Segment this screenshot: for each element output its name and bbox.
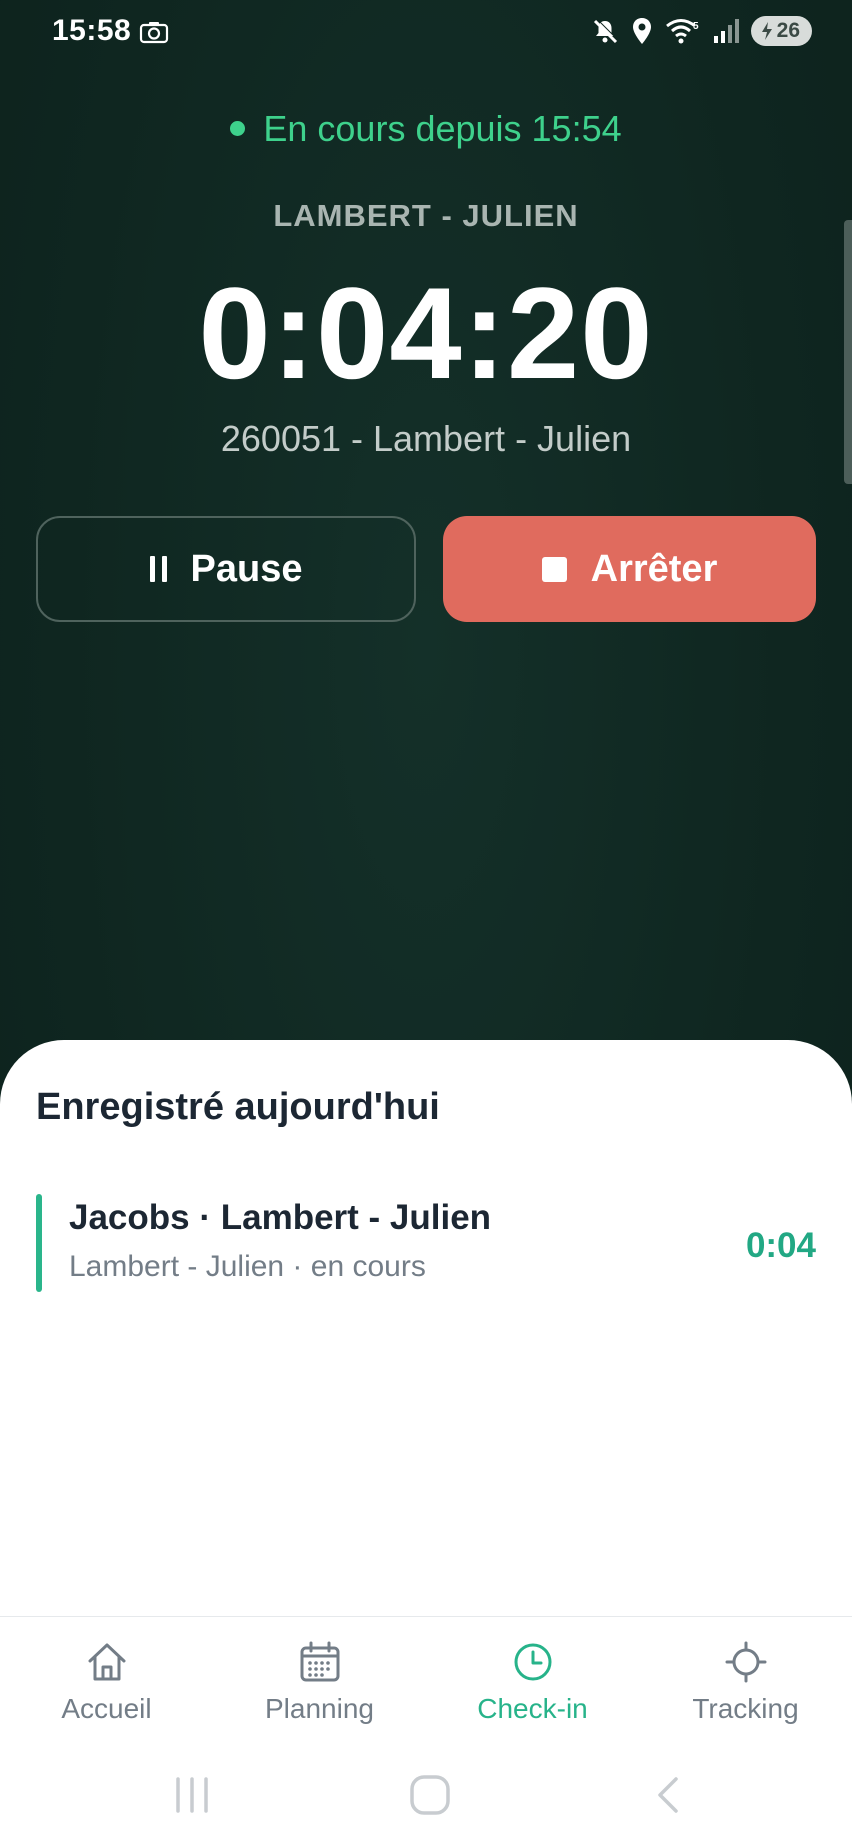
signal-icon <box>713 19 739 43</box>
running-status: En cours depuis 15:54 <box>0 108 852 150</box>
pause-button[interactable]: Pause <box>36 516 416 622</box>
mute-icon <box>593 18 618 44</box>
pause-icon <box>149 556 167 582</box>
crosshair-icon <box>725 1641 766 1683</box>
running-status-text: En cours depuis 15:54 <box>263 108 622 149</box>
charging-icon <box>761 22 772 40</box>
stop-button[interactable]: Arrêter <box>443 516 816 622</box>
status-bar: 15:58 5 26 <box>0 0 852 66</box>
pause-button-label: Pause <box>190 547 303 590</box>
battery-level: 26 <box>776 19 800 42</box>
battery-indicator: 26 <box>750 16 812 46</box>
running-dot-icon <box>230 120 246 136</box>
screenshot-icon <box>139 22 169 44</box>
entry-duration: 0:04 <box>745 1226 816 1265</box>
session-subtitle: 260051 - Lambert - Julien <box>220 418 632 459</box>
entry-subtitle: Lambert - Julien · en cours <box>69 1250 426 1283</box>
nav-label-check-in: Check-in <box>477 1693 588 1724</box>
clock-icon <box>514 1643 551 1681</box>
status-time: 15:58 <box>52 14 132 47</box>
stop-icon <box>541 556 567 582</box>
nav-item-planning[interactable]: Planning <box>213 1617 426 1747</box>
nav-item-tracking[interactable]: Tracking <box>639 1617 852 1747</box>
system-nav-bar <box>0 1747 852 1846</box>
nav-item-check-in[interactable]: Check-in <box>426 1617 639 1747</box>
entry-accent-bar <box>36 1194 42 1292</box>
entry-title: Jacobs · Lambert - Julien <box>69 1198 492 1237</box>
wifi-icon: 5 <box>665 19 699 44</box>
client-name: LAMBERT - JULIEN <box>273 198 579 233</box>
home-icon <box>88 1643 125 1681</box>
recent-apps-icon[interactable] <box>172 1775 212 1815</box>
list-item[interactable]: Jacobs · Lambert - Julien Lambert - Juli… <box>36 1194 816 1292</box>
stop-button-label: Arrêter <box>590 547 718 590</box>
calendar-icon <box>300 1641 339 1682</box>
nav-label-accueil: Accueil <box>61 1693 152 1724</box>
svg-text:5: 5 <box>693 21 699 32</box>
elapsed-timer: 0:04:20 <box>198 260 654 406</box>
home-button-icon[interactable] <box>408 1773 452 1817</box>
nav-label-tracking: Tracking <box>692 1693 799 1724</box>
location-icon <box>632 18 651 44</box>
bottom-nav: Accueil Planning Check-in Tracking <box>0 1616 852 1747</box>
today-title: Enregistré aujourd'hui <box>36 1086 440 1128</box>
checkin-screen: 15:58 5 26 En cours depuis 15:54 LAMBERT… <box>0 0 852 1846</box>
back-icon[interactable] <box>652 1775 682 1815</box>
nav-item-accueil[interactable]: Accueil <box>0 1617 213 1747</box>
nav-label-planning: Planning <box>265 1693 374 1724</box>
